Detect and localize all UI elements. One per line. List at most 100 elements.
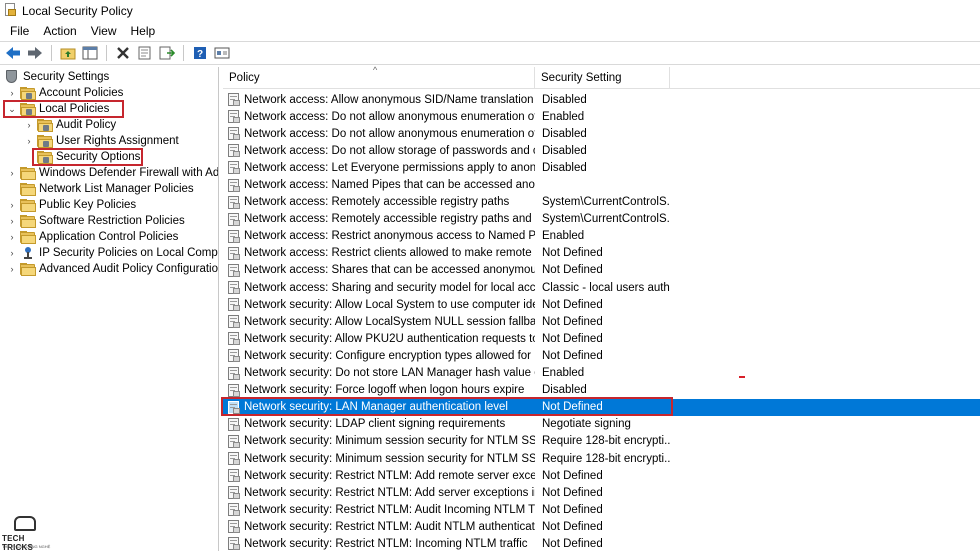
policy-folder-icon — [37, 150, 53, 164]
policy-setting-icon — [228, 127, 241, 141]
policy-name: Network security: Allow Local System to … — [244, 298, 535, 311]
expand-chevron-icon[interactable]: › — [7, 200, 17, 210]
security-setting-value: Not Defined — [542, 469, 603, 482]
tree-item-label: Software Restriction Policies — [39, 215, 185, 227]
expand-chevron-icon[interactable]: › — [7, 232, 17, 242]
menu-file[interactable]: File — [3, 24, 36, 38]
tree-item-software-restriction-policies[interactable]: › Software Restriction Policies — [7, 213, 185, 229]
policy-row[interactable]: Network security: Restrict NTLM: Audit N… — [223, 518, 980, 535]
policy-setting-icon — [228, 281, 241, 295]
policy-row[interactable]: Network security: Allow Local System to … — [223, 296, 980, 313]
policy-setting-icon — [228, 263, 241, 277]
up-folder-icon[interactable] — [58, 43, 78, 63]
delete-icon[interactable] — [113, 43, 133, 63]
column-header-security-setting[interactable]: Security Setting — [535, 67, 670, 89]
menu-action[interactable]: Action — [36, 24, 83, 38]
column-header-policy[interactable]: Policy ^ — [223, 65, 535, 89]
policy-row[interactable]: Network access: Remotely accessible regi… — [223, 194, 980, 211]
policy-name: Network security: Allow LocalSystem NULL… — [244, 315, 535, 328]
policy-cell: Network security: Minimum session securi… — [223, 434, 535, 448]
view-icon[interactable] — [212, 43, 232, 63]
tree-item-ip-security-policies[interactable]: › IP Security Policies on Local Compute — [7, 245, 218, 261]
policy-row[interactable]: Network access: Sharing and security mod… — [223, 279, 980, 296]
policy-setting-icon — [228, 537, 241, 551]
tree-item-network-list-manager[interactable]: Network List Manager Policies — [20, 181, 194, 197]
toolbar-separator — [183, 45, 184, 61]
tree-item-local-policies[interactable]: ⌄ Local Policies — [7, 101, 109, 117]
tree-item-audit-policy[interactable]: › Audit Policy — [24, 117, 116, 133]
policy-row[interactable]: Network security: Allow PKU2U authentica… — [223, 330, 980, 347]
sort-ascending-icon: ^ — [373, 65, 378, 75]
policy-name: Network security: Restrict NTLM: Audit N… — [244, 520, 535, 533]
policy-row[interactable]: Network access: Do not allow storage of … — [223, 142, 980, 159]
policy-name: Network access: Remotely accessible regi… — [244, 213, 535, 226]
policy-setting-icon — [228, 349, 241, 363]
policy-row[interactable]: Network access: Let Everyone permissions… — [223, 159, 980, 176]
policy-row[interactable]: Network security: Restrict NTLM: Add ser… — [223, 484, 980, 501]
policy-name: Network access: Named Pipes that can be … — [244, 179, 535, 192]
policy-row[interactable]: Network access: Shares that can be acces… — [223, 262, 980, 279]
security-setting-value: Not Defined — [542, 520, 603, 533]
policy-row[interactable]: Network security: Do not store LAN Manag… — [223, 365, 980, 382]
forward-icon[interactable] — [25, 43, 45, 63]
tree-item-account-policies[interactable]: › Account Policies — [7, 85, 123, 101]
menu-help[interactable]: Help — [124, 24, 163, 38]
expand-chevron-icon[interactable]: › — [24, 136, 34, 146]
policy-cell: Network security: Force logoff when logo… — [223, 383, 535, 397]
policy-row[interactable]: Network access: Remotely accessible regi… — [223, 211, 980, 228]
expand-chevron-icon[interactable]: › — [7, 264, 17, 274]
policy-row[interactable]: Network security: Minimum session securi… — [223, 433, 980, 450]
policy-setting-icon — [228, 366, 241, 380]
collapse-chevron-icon[interactable]: ⌄ — [7, 104, 17, 114]
policy-setting-icon — [228, 417, 241, 431]
tree-item-advanced-audit-policy[interactable]: › Advanced Audit Policy Configuration — [7, 261, 218, 277]
tree-item-label: Security Options — [56, 151, 141, 163]
policy-row[interactable]: Network access: Do not allow anonymous e… — [223, 125, 980, 142]
help-icon[interactable]: ? — [190, 43, 210, 63]
menu-view[interactable]: View — [84, 24, 124, 38]
policy-row[interactable]: Network security: Restrict NTLM: Incomin… — [223, 535, 980, 552]
security-setting-value: Require 128-bit encrypti... — [542, 435, 670, 448]
ip-security-icon — [21, 246, 35, 260]
policy-row[interactable]: Network security: LDAP client signing re… — [223, 416, 980, 433]
window-title: Local Security Policy — [22, 3, 133, 18]
policy-row[interactable]: Network access: Do not allow anonymous e… — [223, 108, 980, 125]
policy-setting-icon — [228, 246, 241, 260]
expand-chevron-icon[interactable]: › — [7, 88, 17, 98]
tree-item-public-key-policies[interactable]: › Public Key Policies — [7, 197, 136, 213]
tree-item-label: User Rights Assignment — [56, 135, 179, 147]
security-setting-value: Not Defined — [542, 401, 603, 414]
policy-row[interactable]: Network security: Allow LocalSystem NULL… — [223, 313, 980, 330]
tree-root-security-settings[interactable]: Security Settings — [5, 69, 109, 85]
properties-icon[interactable] — [135, 43, 155, 63]
export-list-icon[interactable] — [157, 43, 177, 63]
policy-row[interactable]: Network security: Configure encryption t… — [223, 347, 980, 364]
expand-chevron-icon[interactable]: › — [24, 120, 34, 130]
policy-row[interactable]: Network access: Named Pipes that can be … — [223, 176, 980, 193]
policy-row[interactable]: Network security: Minimum session securi… — [223, 450, 980, 467]
security-setting-value: Disabled — [542, 144, 587, 157]
tree-item-label: Windows Defender Firewall with Adva — [39, 167, 219, 179]
tree-item-windows-defender-firewall[interactable]: › Windows Defender Firewall with Adva — [7, 165, 219, 181]
security-setting-value: Not Defined — [542, 315, 603, 328]
policy-row[interactable]: Network access: Allow anonymous SID/Name… — [223, 91, 980, 108]
show-hide-tree-icon[interactable] — [80, 43, 100, 63]
watermark-brand: TECH TRICKS — [2, 534, 33, 552]
policy-row[interactable]: Network security: LAN Manager authentica… — [223, 398, 980, 416]
tree-item-user-rights-assignment[interactable]: › User Rights Assignment — [24, 133, 179, 149]
policy-name: Network security: Restrict NTLM: Add ser… — [244, 486, 535, 499]
policy-name: Network access: Do not allow storage of … — [244, 144, 535, 157]
policy-row[interactable]: Network security: Force logoff when logo… — [223, 382, 980, 399]
policy-row[interactable]: Network access: Restrict clients allowed… — [223, 245, 980, 262]
policy-row[interactable]: Network security: Restrict NTLM: Add rem… — [223, 467, 980, 484]
policy-row[interactable]: Network access: Restrict anonymous acces… — [223, 228, 980, 245]
security-policy-app-icon — [4, 3, 17, 18]
tree-item-application-control-policies[interactable]: › Application Control Policies — [7, 229, 178, 245]
policy-cell: Network access: Shares that can be acces… — [223, 263, 535, 277]
tree-item-security-options[interactable]: Security Options — [37, 149, 140, 165]
expand-chevron-icon[interactable]: › — [7, 168, 17, 178]
policy-row[interactable]: Network security: Restrict NTLM: Audit I… — [223, 501, 980, 518]
expand-chevron-icon[interactable]: › — [7, 216, 17, 226]
expand-chevron-icon[interactable]: › — [7, 248, 17, 258]
back-icon[interactable] — [3, 43, 23, 63]
